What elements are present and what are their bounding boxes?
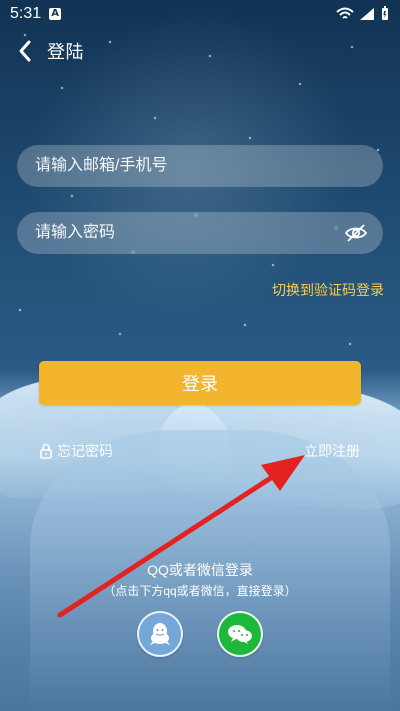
forgot-password-link[interactable]: 忘记密码 — [39, 441, 113, 461]
signal-icon — [360, 8, 374, 20]
lock-icon — [40, 443, 52, 459]
password-input[interactable] — [17, 212, 383, 254]
social-login-subtitle: （点击下方qq或者微信，直接登录） — [103, 584, 297, 598]
status-bar: 5:31 A — [0, 0, 400, 28]
qq-icon — [150, 623, 170, 645]
battery-icon — [382, 6, 388, 20]
switch-to-code-login-link[interactable]: 切换到验证码登录 — [272, 280, 384, 300]
password-input-container[interactable] — [17, 212, 383, 254]
back-chevron-icon[interactable] — [15, 39, 35, 63]
status-left: 5:31 A — [10, 5, 62, 23]
wifi-icon — [336, 7, 354, 19]
account-input[interactable] — [17, 145, 383, 187]
wechat-icon — [228, 625, 252, 644]
top-app-bar: 登陆 — [15, 34, 84, 68]
forgot-password-label: 忘记密码 — [57, 443, 113, 459]
login-screen: 5:31 A 登陆 请输入邮箱/手机号 切换到验证码登录 登录 忘记密码 立即注… — [0, 0, 400, 711]
wechat-login-button[interactable] — [217, 611, 263, 657]
account-input-container[interactable] — [17, 145, 383, 187]
status-time: 5:31 — [10, 5, 42, 22]
register-link[interactable]: 立即注册 — [304, 441, 360, 461]
eye-hidden-icon[interactable] — [344, 222, 368, 244]
page-title: 登陆 — [47, 42, 84, 62]
login-button[interactable]: 登录 — [39, 361, 361, 405]
status-icons — [336, 6, 390, 22]
app-indicator-icon: A — [49, 8, 62, 20]
qq-login-button[interactable] — [137, 611, 183, 657]
social-login-title: QQ或者微信登录 — [147, 562, 253, 578]
